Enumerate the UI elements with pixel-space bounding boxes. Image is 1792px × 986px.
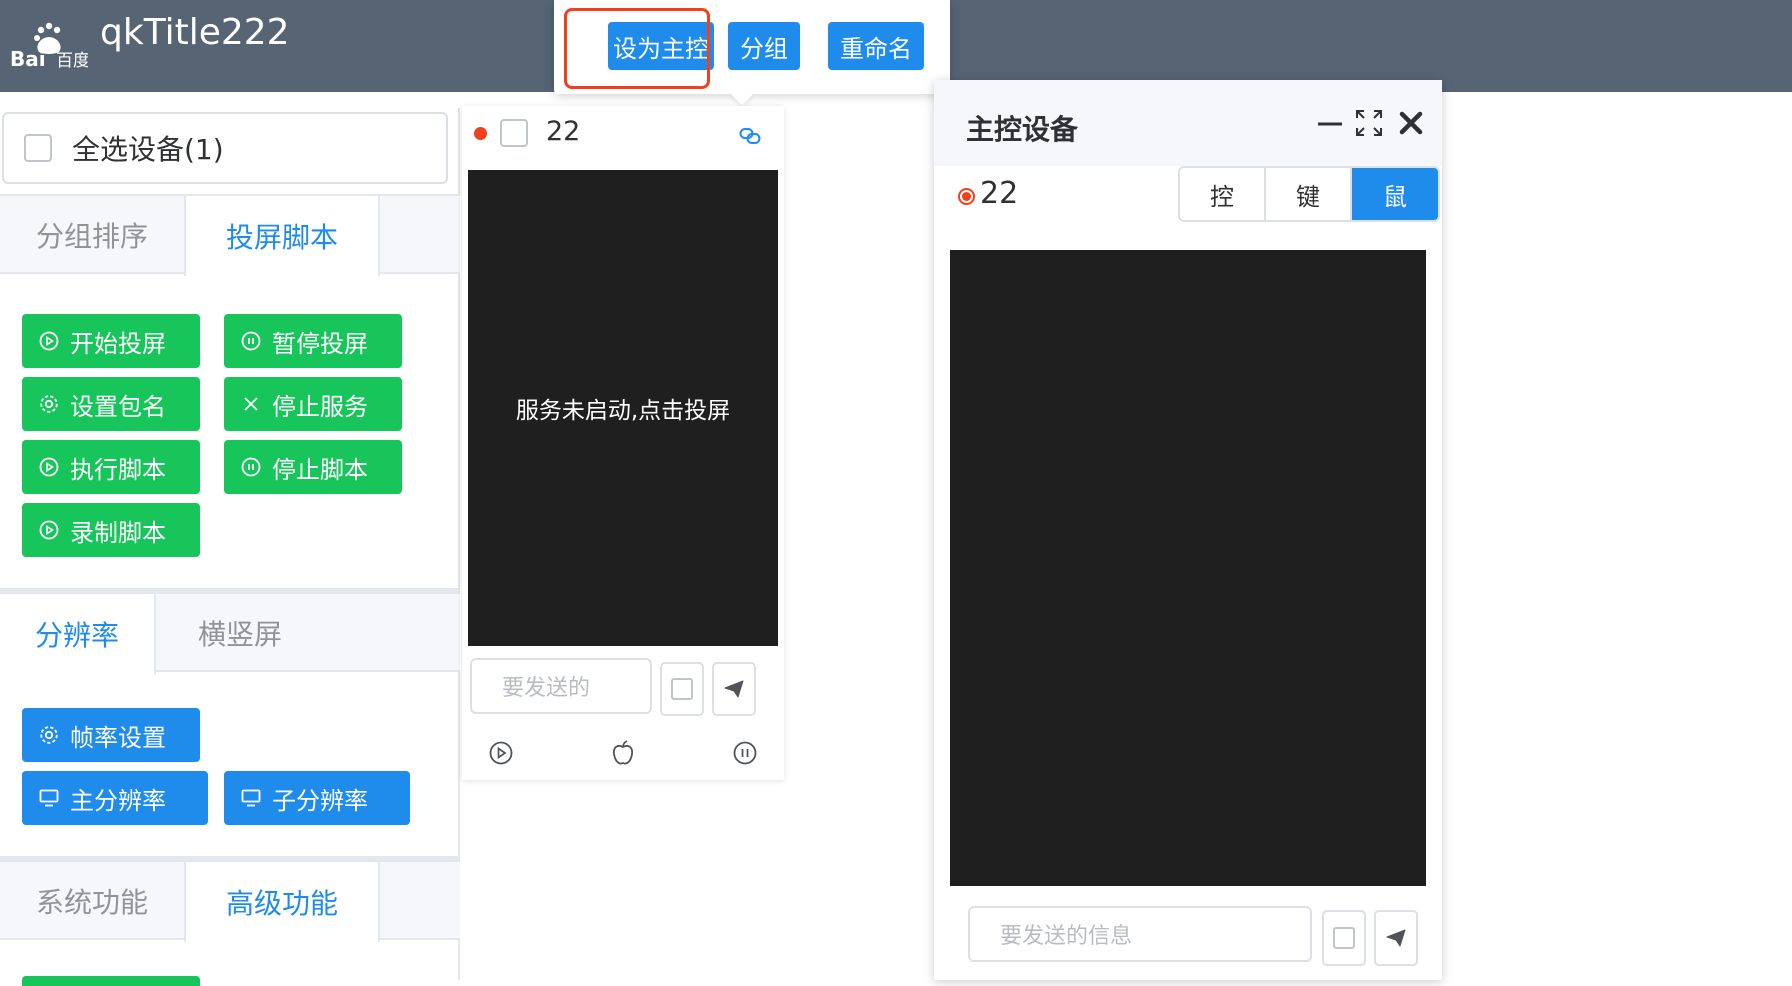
pause-circle-icon <box>241 457 261 477</box>
pause-circle-icon <box>241 331 261 351</box>
stop-service-button[interactable]: 停止服务 <box>224 377 402 431</box>
close-icon[interactable] <box>1398 110 1424 136</box>
record-script-label: 录制脚本 <box>70 518 166 547</box>
monitor-icon <box>39 789 59 807</box>
select-all-row[interactable]: 全选设备(1) <box>2 112 448 184</box>
master-input-placeholder: 要发送的信息 <box>1000 924 1133 949</box>
set-package-button[interactable]: 设置包名 <box>22 377 200 431</box>
link-icon[interactable] <box>738 124 762 148</box>
baidu-logo: Bai 百度 <box>10 22 88 71</box>
master-screen[interactable] <box>950 250 1426 886</box>
device-checkbox[interactable] <box>500 119 528 147</box>
master-status-indicator <box>958 188 975 205</box>
record-script-button[interactable]: 录制脚本 <box>22 503 200 557</box>
device-message-input[interactable]: 要发送的 <box>470 658 652 714</box>
frame-rate-button[interactable]: 帧率设置 <box>22 708 200 762</box>
play-circle-icon <box>39 520 59 540</box>
master-checkbox-button[interactable] <box>1322 910 1366 966</box>
main-resolution-label: 主分辨率 <box>70 786 166 815</box>
popover-arrow <box>730 82 754 106</box>
fullscreen-icon[interactable] <box>1354 108 1384 138</box>
svg-text:Bai: Bai <box>10 47 46 71</box>
master-message-input[interactable]: 要发送的信息 <box>968 906 1312 962</box>
stop-service-label: 停止服务 <box>272 392 368 421</box>
tab-cast-script[interactable]: 投屏脚本 <box>184 196 380 276</box>
square-icon <box>1333 927 1355 949</box>
select-all-label: 全选设备(1) <box>72 133 224 166</box>
segment-control[interactable]: 控 <box>1180 168 1266 220</box>
script-tabs: 分组排序 投屏脚本 <box>0 194 460 276</box>
tab-system-functions[interactable]: 系统功能 <box>0 862 184 940</box>
master-title: 主控设备 <box>966 113 1079 146</box>
segment-mouse[interactable]: 鼠 <box>1352 168 1438 220</box>
rename-button[interactable]: 重命名 <box>828 22 924 70</box>
tab-group-sort[interactable]: 分组排序 <box>0 196 184 274</box>
device-card: 22 服务未启动,点击投屏 要发送的 <box>462 106 784 780</box>
tab-advanced-functions[interactable]: 高级功能 <box>184 862 380 942</box>
device-screen[interactable]: 服务未启动,点击投屏 <box>468 170 778 646</box>
gear-icon <box>40 726 58 744</box>
square-icon <box>671 678 693 700</box>
play-circle-icon <box>39 457 59 477</box>
master-control-panel: 主控设备 22 控 键 鼠 要发送的信息 <box>934 80 1442 980</box>
set-package-label: 设置包名 <box>70 392 166 421</box>
stop-script-button[interactable]: 停止脚本 <box>224 440 402 494</box>
sub-resolution-button[interactable]: 子分辨率 <box>224 771 410 825</box>
pause-circle-icon[interactable] <box>732 740 758 766</box>
main-resolution-button[interactable]: 主分辨率 <box>22 771 208 825</box>
app-title: qkTitle222 <box>100 12 290 53</box>
minimize-icon[interactable] <box>1316 110 1344 138</box>
tab-resolution[interactable]: 分辨率 <box>0 594 156 674</box>
highlight-box <box>564 8 710 89</box>
master-send-button[interactable] <box>1374 910 1418 966</box>
left-control-panel: 全选设备(1) 分组排序 投屏脚本 开始投屏 暂停投屏 设置包名 停止服务 执行… <box>0 108 460 986</box>
pause-cast-label: 暂停投屏 <box>272 329 368 358</box>
segment-keyboard[interactable]: 键 <box>1266 168 1352 220</box>
start-cast-label: 开始投屏 <box>70 329 166 358</box>
svg-text:百度: 百度 <box>56 51 88 71</box>
play-circle-icon <box>39 331 59 351</box>
send-icon <box>724 680 744 698</box>
stop-script-label: 停止脚本 <box>272 455 368 484</box>
start-cast-button[interactable]: 开始投屏 <box>22 314 200 368</box>
resolution-tabs: 分辨率 横竖屏 <box>0 592 460 674</box>
partial-button[interactable] <box>22 976 200 986</box>
monitor-icon <box>241 789 261 807</box>
screen-message: 服务未启动,点击投屏 <box>515 398 731 424</box>
run-script-button[interactable]: 执行脚本 <box>22 440 200 494</box>
sub-resolution-label: 子分辨率 <box>272 786 368 815</box>
control-mode-segments: 控 键 鼠 <box>1178 166 1440 222</box>
play-circle-icon[interactable] <box>488 740 514 766</box>
device-name: 22 <box>546 116 581 147</box>
feature-tabs: 系统功能 高级功能 <box>0 860 460 942</box>
gear-icon <box>40 395 58 413</box>
status-dot <box>474 127 487 140</box>
group-button[interactable]: 分组 <box>728 22 800 70</box>
frame-rate-label: 帧率设置 <box>70 723 166 752</box>
pause-cast-button[interactable]: 暂停投屏 <box>224 314 402 368</box>
master-device-name: 22 <box>980 176 1019 211</box>
apple-icon[interactable] <box>610 739 636 767</box>
send-icon <box>1386 929 1406 947</box>
run-script-label: 执行脚本 <box>70 455 166 484</box>
device-checkbox-button[interactable] <box>660 662 704 716</box>
close-icon <box>244 397 258 411</box>
select-all-checkbox[interactable] <box>24 134 52 162</box>
tab-orientation[interactable]: 横竖屏 <box>156 594 324 672</box>
device-input-placeholder: 要发送的 <box>502 676 591 701</box>
device-card-header: 22 <box>462 106 784 166</box>
device-send-button[interactable] <box>712 662 756 716</box>
